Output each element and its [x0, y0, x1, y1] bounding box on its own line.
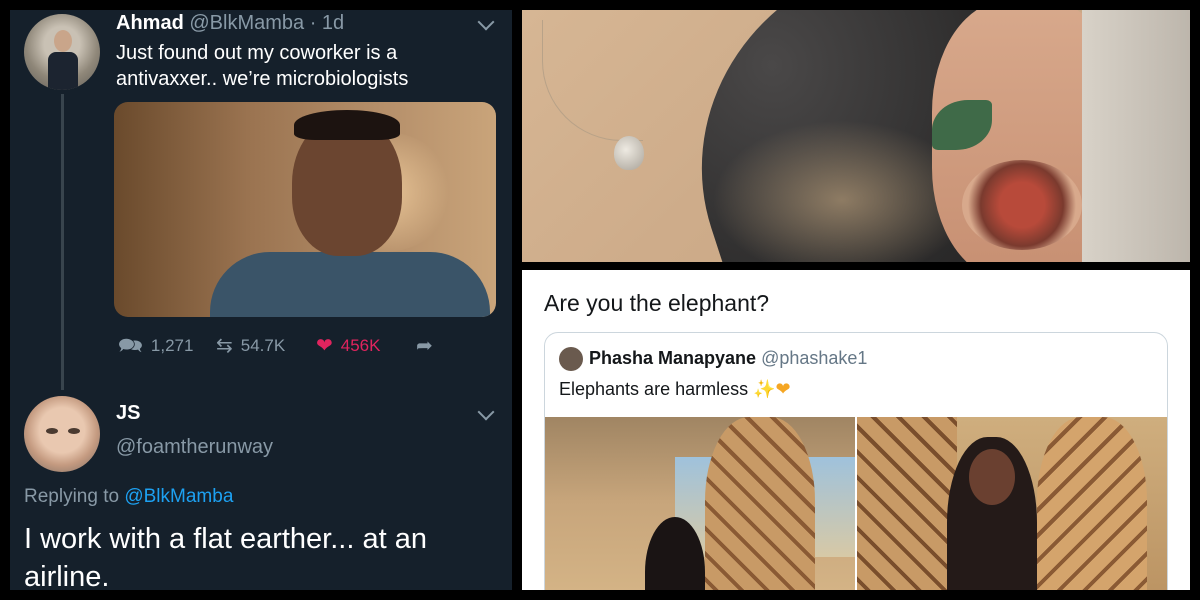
chevron-down-icon[interactable]: [477, 13, 495, 31]
reply-text: I work with a flat earther... at an airl…: [24, 523, 427, 590]
necklace-chain: [542, 20, 643, 141]
necklace-pendant: [614, 136, 644, 170]
reply-button[interactable]: 🗪 1,271: [118, 336, 193, 356]
quote-tweet-text: Are you the elephant?: [544, 290, 770, 316]
reply-author-handle[interactable]: @foamtherunway: [116, 436, 273, 459]
quoted-text: Elephants are harmless: [559, 379, 749, 399]
tweet-text: Just found out my coworker is a antivaxx…: [116, 40, 408, 92]
quoted-author-handle[interactable]: @phashake1: [761, 348, 867, 368]
tweet-text-line-1: Just found out my coworker is a: [116, 42, 398, 64]
replying-to: Replying to @BlkMamba: [24, 486, 233, 508]
share-icon: ➦: [416, 335, 433, 357]
quoted-tweet-text: Elephants are harmless ✨❤: [559, 379, 791, 400]
rose-tattoo: [962, 160, 1082, 250]
quoted-author-avatar[interactable]: [559, 347, 583, 371]
like-count: 456K: [340, 336, 381, 355]
share-button[interactable]: ➦: [416, 336, 433, 356]
author-handle[interactable]: @BlkMamba: [189, 12, 304, 34]
retweet-icon: ⇆: [216, 335, 233, 357]
tweet-author: Ahmad @BlkMamba · 1d: [116, 12, 344, 35]
like-button[interactable]: ❤ 456K: [316, 336, 380, 356]
quoted-media-image-1[interactable]: [545, 417, 855, 590]
quote-tweet-panel: Are you the elephant? Phasha Manapyane @…: [522, 270, 1190, 590]
heart-icon: ❤: [316, 335, 333, 357]
reply-count: 1,271: [150, 336, 194, 355]
replying-to-label: Replying to: [24, 486, 120, 507]
quoted-tweet-card[interactable]: Phasha Manapyane @phashake1 Elephants ar…: [544, 332, 1168, 590]
thread-connector-line: [61, 94, 64, 390]
tweet-thread-panel: Ahmad @BlkMamba · 1d Just found out my c…: [10, 10, 512, 590]
reply-author-avatar[interactable]: [24, 396, 100, 472]
retweet-button[interactable]: ⇆ 54.7K: [216, 336, 285, 356]
tweet-text-line-2: antivaxxer.. we’re microbiologists: [116, 68, 409, 90]
replying-to-handle[interactable]: @BlkMamba: [124, 486, 233, 507]
tweet-media-image[interactable]: [114, 102, 496, 317]
sandy-shoulder-photo: [522, 10, 1190, 262]
author-avatar[interactable]: [24, 14, 100, 90]
tweet-time[interactable]: · 1d: [310, 12, 344, 34]
retweet-count: 54.7K: [240, 336, 286, 355]
sparkle-heart-emoji: ✨❤: [753, 379, 791, 399]
quoted-author: Phasha Manapyane @phashake1: [589, 348, 867, 369]
comment-icon: 🗪: [118, 335, 143, 357]
car-seat: [1082, 10, 1190, 262]
quoted-author-name[interactable]: Phasha Manapyane: [589, 348, 756, 368]
reply-author-name[interactable]: JS: [116, 402, 140, 425]
author-name[interactable]: Ahmad: [116, 12, 184, 34]
quoted-media-image-2[interactable]: [857, 417, 1167, 590]
chevron-down-icon[interactable]: [477, 403, 495, 421]
